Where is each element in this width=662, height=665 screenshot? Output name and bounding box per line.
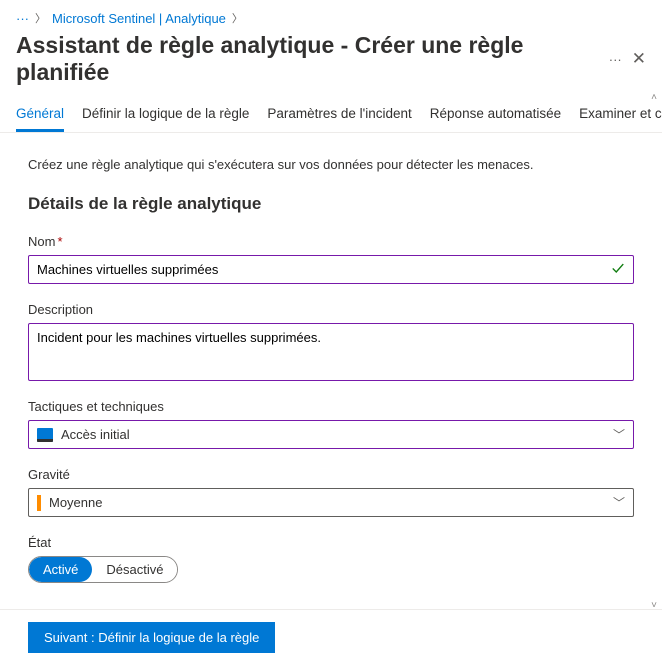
description-input[interactable] bbox=[29, 324, 633, 380]
status-label: État bbox=[28, 535, 634, 550]
severity-color-icon bbox=[37, 495, 41, 511]
check-icon bbox=[611, 261, 625, 278]
close-icon[interactable]: ✕ bbox=[632, 49, 646, 69]
tab-general[interactable]: Général bbox=[16, 96, 64, 132]
severity-select[interactable]: Moyenne ﹀ bbox=[28, 488, 634, 517]
name-input[interactable] bbox=[29, 256, 633, 283]
page-header: Assistant de règle analytique - Créer un… bbox=[0, 30, 662, 96]
field-tactics: Tactiques et techniques Accès initial ﹀ bbox=[28, 399, 634, 449]
chevron-down-icon: ﹀ bbox=[613, 494, 625, 511]
field-status: État Activé Désactivé bbox=[28, 535, 634, 583]
name-label: Nom* bbox=[28, 234, 634, 249]
field-description: Description bbox=[28, 302, 634, 381]
tab-incident-settings[interactable]: Paramètres de l'incident bbox=[267, 96, 411, 132]
tactic-icon bbox=[37, 428, 53, 442]
status-on[interactable]: Activé bbox=[29, 557, 92, 582]
more-icon[interactable]: ··· bbox=[609, 52, 622, 67]
intro-text: Créez une règle analytique qui s'exécute… bbox=[28, 157, 634, 172]
tab-rule-logic[interactable]: Définir la logique de la règle bbox=[82, 96, 249, 132]
severity-label: Gravité bbox=[28, 467, 634, 482]
description-input-wrap bbox=[28, 323, 634, 381]
tab-automated-response[interactable]: Réponse automatisée bbox=[430, 96, 561, 132]
status-toggle[interactable]: Activé Désactivé bbox=[28, 556, 178, 583]
tactics-select[interactable]: Accès initial ﹀ bbox=[28, 420, 634, 449]
breadcrumb-overflow[interactable]: ··· bbox=[16, 11, 29, 26]
field-name: Nom* bbox=[28, 234, 634, 284]
tactics-label: Tactiques et techniques bbox=[28, 399, 634, 414]
field-severity: Gravité Moyenne ﹀ bbox=[28, 467, 634, 517]
tactics-value: Accès initial bbox=[61, 427, 130, 442]
required-marker: * bbox=[57, 234, 62, 249]
chevron-right-icon: 〉 bbox=[232, 10, 243, 26]
description-label: Description bbox=[28, 302, 634, 317]
tabs: Général Définir la logique de la règle P… bbox=[0, 96, 662, 133]
content-area: Créez une règle analytique qui s'exécute… bbox=[0, 133, 662, 628]
footer: Suivant : Définir la logique de la règle bbox=[0, 609, 662, 665]
breadcrumb: ··· 〉 Microsoft Sentinel | Analytique 〉 bbox=[0, 0, 662, 30]
section-title: Détails de la règle analytique bbox=[28, 194, 634, 214]
severity-value: Moyenne bbox=[49, 495, 102, 510]
next-button[interactable]: Suivant : Définir la logique de la règle bbox=[28, 622, 275, 653]
chevron-right-icon: 〉 bbox=[35, 10, 46, 26]
scrollbar[interactable]: ˄ ˅ bbox=[648, 92, 660, 611]
page-title: Assistant de règle analytique - Créer un… bbox=[16, 32, 609, 86]
name-input-wrap bbox=[28, 255, 634, 284]
breadcrumb-link[interactable]: Microsoft Sentinel | Analytique bbox=[52, 11, 226, 26]
scroll-up-icon[interactable]: ˄ bbox=[651, 92, 657, 103]
chevron-down-icon: ﹀ bbox=[613, 426, 625, 443]
status-off[interactable]: Désactivé bbox=[92, 557, 177, 582]
